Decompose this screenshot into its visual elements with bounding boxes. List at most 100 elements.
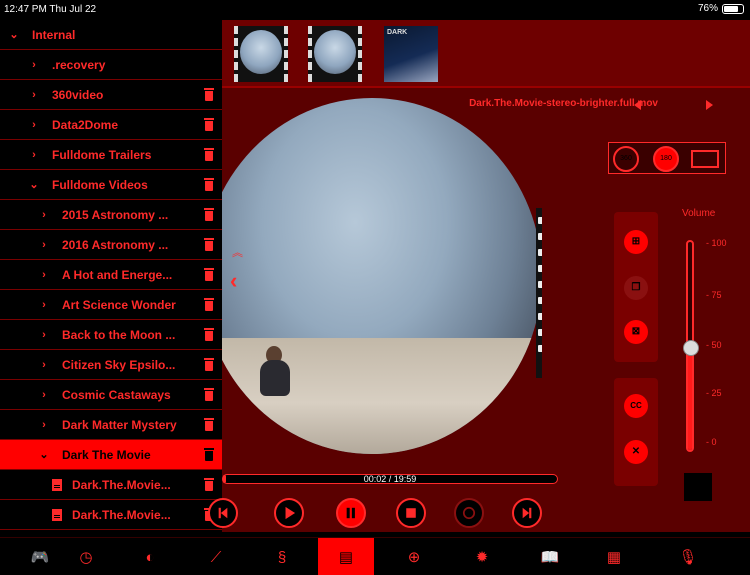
tab-clock[interactable]: ◷	[58, 538, 114, 575]
sidebar-item[interactable]: › 360video	[0, 80, 222, 110]
mode-flat-button[interactable]	[691, 150, 719, 168]
sidebar-item[interactable]: › 2015 Astronomy ...	[0, 200, 222, 230]
playback-time: 00:02 / 19:59	[363, 474, 417, 484]
tab-planet[interactable]: ◐	[122, 538, 178, 575]
pause-button[interactable]	[336, 498, 366, 528]
skip-forward-button[interactable]	[512, 498, 542, 528]
chevron-down-icon[interactable]: ⌄	[28, 178, 40, 191]
thumb-title: DARK	[387, 29, 408, 36]
duplicate-layer-button[interactable]: ❐	[624, 276, 648, 300]
sidebar-item[interactable]: ⌄ Dark The Movie	[0, 440, 222, 470]
chevron-right-icon[interactable]: ›	[38, 269, 50, 281]
chevron-down-icon[interactable]: ⌄	[8, 28, 20, 41]
sidebar-item-label: Art Science Wonder	[62, 297, 176, 312]
chevron-right-icon[interactable]: ›	[38, 419, 50, 431]
tab-globe[interactable]: ⊕	[386, 538, 442, 575]
file-icon	[52, 478, 62, 491]
trash-icon[interactable]	[204, 388, 214, 401]
gear-icon: ✹	[475, 549, 489, 566]
trash-icon[interactable]	[204, 238, 214, 251]
volume-knob[interactable]	[683, 340, 699, 356]
sidebar-item[interactable]: › Dark Matter Mystery	[0, 410, 222, 440]
projection-mode-selector: 360 180	[608, 142, 726, 174]
sidebar-item[interactable]: ⌄ Internal	[0, 20, 222, 50]
trash-icon[interactable]	[204, 268, 214, 281]
trash-icon[interactable]	[204, 208, 214, 221]
fisheye-thumb-2[interactable]	[308, 26, 362, 82]
trash-icon[interactable]	[204, 178, 214, 191]
chevron-right-icon[interactable]: ›	[28, 119, 40, 131]
sidebar-item-label: Dark The Movie	[62, 447, 151, 462]
chevron-right-icon[interactable]: ›	[28, 89, 40, 101]
fisheye-thumb-1[interactable]	[234, 26, 288, 82]
film-icon: ▤	[338, 549, 354, 566]
sidebar-item-label: A Hot and Energe...	[62, 267, 173, 282]
sidebar-item[interactable]: › .recovery	[0, 50, 222, 80]
sidebar-item-label: 2015 Astronomy ...	[62, 207, 169, 222]
tab-constellation[interactable]: ⟋	[188, 538, 244, 575]
chevron-right-icon[interactable]: ›	[38, 299, 50, 311]
close-button[interactable]: ✕	[624, 440, 648, 464]
sidebar-item[interactable]: Dark.The.Movie...	[0, 500, 222, 530]
mode-360-button[interactable]: 360	[613, 146, 639, 172]
remove-layer-button[interactable]: ⊠	[624, 320, 648, 344]
sidebar-item[interactable]: › Data2Dome	[0, 110, 222, 140]
fisheye-video-frame[interactable]	[222, 98, 542, 458]
sidebar-item[interactable]: › Citizen Sky Epsilo...	[0, 350, 222, 380]
volume-tick: - 100	[706, 238, 727, 248]
mode-180-button[interactable]: 180	[653, 146, 679, 172]
chevron-right-icon[interactable]: ›	[38, 359, 50, 371]
play-button[interactable]	[274, 498, 304, 528]
tab-s-curve[interactable]: §	[254, 538, 310, 575]
keyboard-icon: ▦	[606, 549, 622, 566]
gamepad-icon: 🎮	[30, 549, 50, 566]
trash-icon[interactable]	[204, 358, 214, 371]
trash-icon[interactable]	[204, 118, 214, 131]
previous-file-icon[interactable]	[634, 100, 641, 110]
chevron-left-icon[interactable]: ‹	[230, 268, 237, 294]
stop-button[interactable]	[396, 498, 426, 528]
sidebar-item[interactable]: › A Hot and Energe...	[0, 260, 222, 290]
chevron-down-icon[interactable]: ⌄	[38, 448, 50, 461]
next-file-icon[interactable]	[706, 100, 713, 110]
double-chevron-up-icon[interactable]: ︽	[232, 244, 243, 260]
sidebar-item[interactable]: › Fulldome Trailers	[0, 140, 222, 170]
closed-captions-button[interactable]: CC	[624, 394, 648, 418]
tab-keyboard[interactable]: ▦	[586, 538, 642, 575]
chevron-right-icon[interactable]: ›	[38, 239, 50, 251]
trash-icon[interactable]	[204, 148, 214, 161]
trash-icon[interactable]	[204, 298, 214, 311]
trash-icon[interactable]	[204, 328, 214, 341]
sidebar-item[interactable]: › 2016 Astronomy ...	[0, 230, 222, 260]
sidebar-item[interactable]: › Cosmic Castaways	[0, 380, 222, 410]
chevron-right-icon[interactable]: ›	[28, 59, 40, 71]
sidebar-item[interactable]: › Art Science Wonder	[0, 290, 222, 320]
chevron-right-icon[interactable]: ›	[38, 389, 50, 401]
microphone-icon: 🎙	[678, 549, 698, 566]
tab-film[interactable]: ▤	[318, 538, 374, 575]
trash-icon[interactable]	[204, 88, 214, 101]
status-time: 12:47 PM Thu Jul 22	[4, 4, 97, 15]
loop-button[interactable]	[454, 498, 484, 528]
sidebar-item[interactable]: › Back to the Moon ...	[0, 320, 222, 350]
planet-icon: ◐	[145, 548, 155, 566]
add-layer-button[interactable]: ⊞	[624, 230, 648, 254]
tab-settings[interactable]: ✹	[454, 538, 510, 575]
trash-icon[interactable]	[204, 448, 214, 461]
chevron-right-icon[interactable]: ›	[38, 329, 50, 341]
tab-book[interactable]: 📖	[522, 538, 578, 575]
trash-icon[interactable]	[204, 418, 214, 431]
battery-icon	[722, 3, 744, 14]
sidebar-item[interactable]: ⌄ Fulldome Videos	[0, 170, 222, 200]
skip-back-button[interactable]	[208, 498, 238, 528]
tab-microphone[interactable]: 🎙	[660, 538, 716, 575]
dark-movie-thumb[interactable]: DARK	[384, 26, 438, 82]
chevron-right-icon[interactable]: ›	[38, 209, 50, 221]
status-bar: 12:47 PM Thu Jul 22 76%	[0, 0, 750, 20]
sidebar-item[interactable]: Dark.The.Movie...	[0, 470, 222, 500]
playback-progress-bar[interactable]: 00:02 / 19:59	[222, 474, 558, 484]
transport-controls	[208, 492, 562, 532]
chevron-right-icon[interactable]: ›	[28, 149, 40, 161]
color-swatch[interactable]	[684, 473, 712, 501]
trash-icon[interactable]	[204, 478, 214, 491]
